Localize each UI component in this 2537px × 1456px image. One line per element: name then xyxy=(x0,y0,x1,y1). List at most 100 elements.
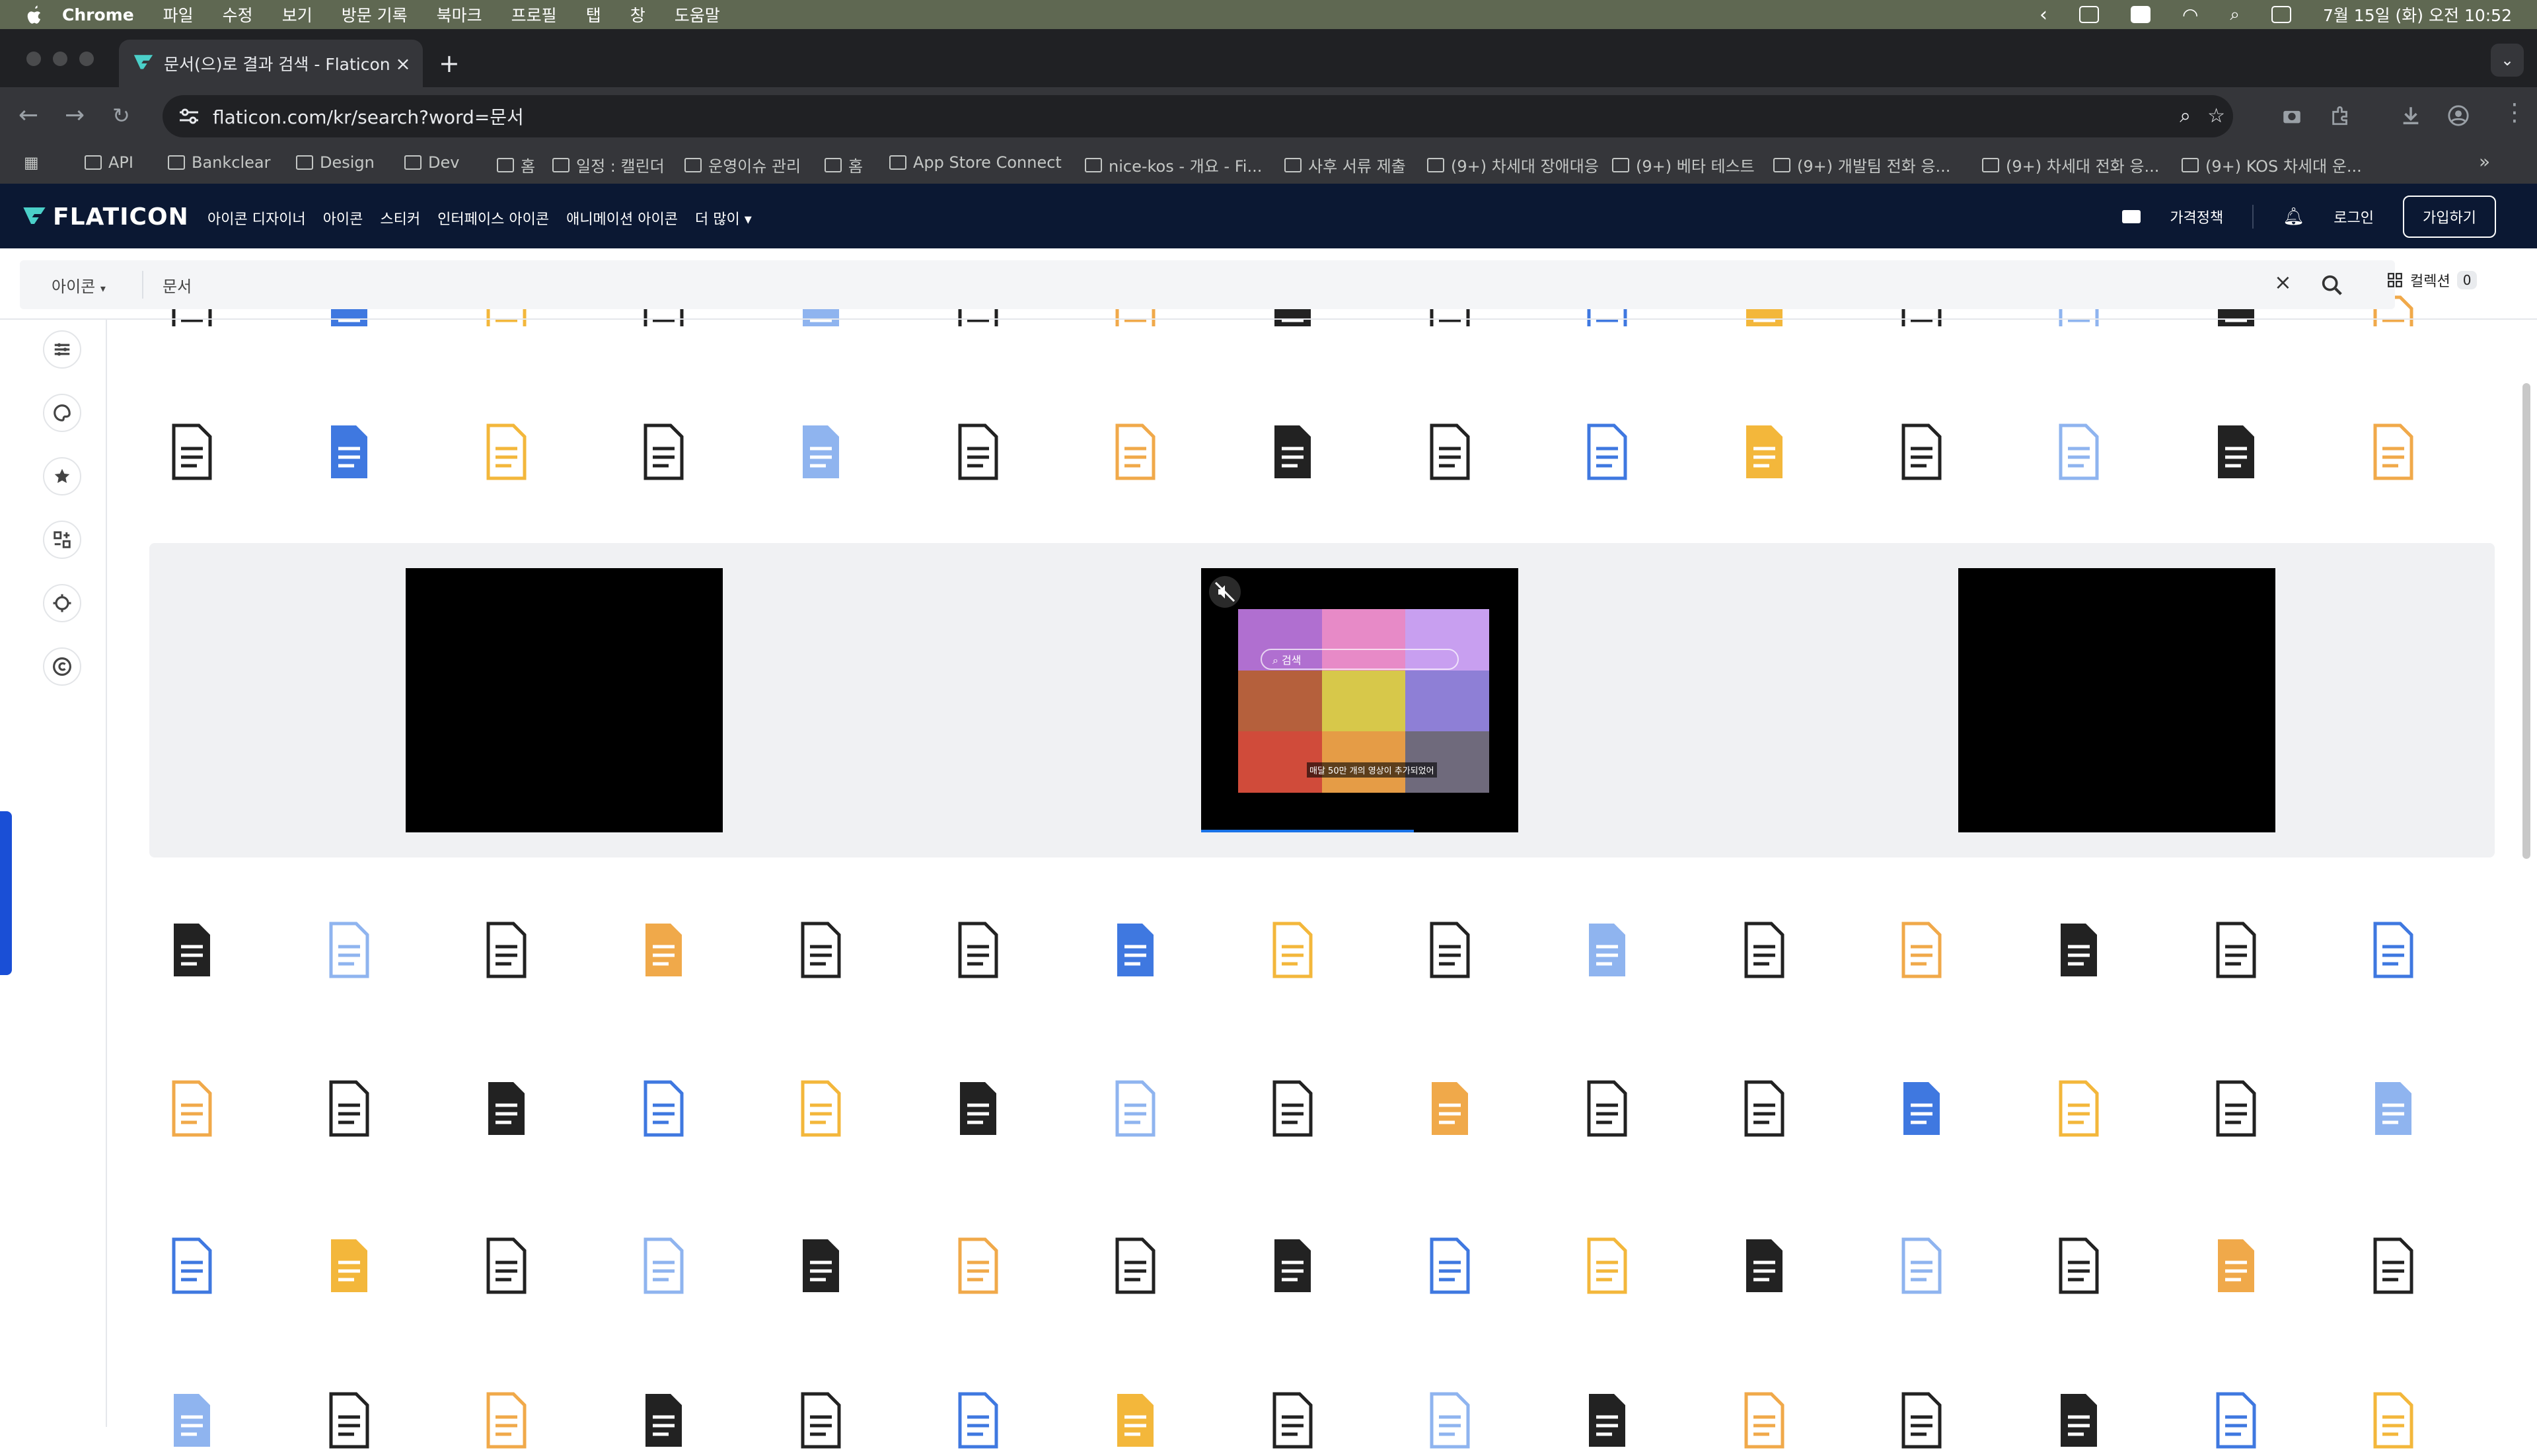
os-menu-item[interactable]: 방문 기록 xyxy=(342,3,408,26)
yellow-note-icon[interactable] xyxy=(2201,419,2267,485)
ad-placeholder-right[interactable] xyxy=(1958,568,2275,832)
expand-panel-tab[interactable] xyxy=(0,811,12,975)
apps-grid-icon[interactable]: ▦ xyxy=(24,153,39,172)
black-doc-icon[interactable] xyxy=(1730,1233,1796,1299)
stacked-documents-icon[interactable] xyxy=(2044,419,2110,485)
spotlight-search-icon[interactable]: ⌕ xyxy=(2230,5,2240,25)
document-icon[interactable] xyxy=(2044,1387,2110,1453)
signature-doc-icon[interactable] xyxy=(629,917,695,983)
bookmark-item[interactable]: 일정 : 캘린더 xyxy=(552,153,665,176)
blue-doc-icon[interactable] xyxy=(157,917,223,983)
yellow-folder-icon[interactable] xyxy=(157,1075,223,1142)
pricing-link[interactable]: 가격정책 xyxy=(2170,206,2223,227)
wifi-icon[interactable]: ◠ xyxy=(2182,4,2198,26)
receipt-icon[interactable] xyxy=(157,1387,223,1453)
os-menu-item[interactable]: 북마크 xyxy=(437,3,482,26)
doc-check-icon[interactable] xyxy=(943,419,1010,485)
page-scrollbar[interactable] xyxy=(2522,383,2530,859)
blue-google-doc-icon[interactable] xyxy=(1887,419,1953,485)
search-input[interactable]: 문서 xyxy=(163,273,192,297)
text-document-icon[interactable] xyxy=(1415,419,1481,485)
bookmark-item[interactable]: Design xyxy=(296,153,375,172)
orange-page-icon[interactable] xyxy=(629,1387,695,1453)
bookmark-item[interactable]: 운영이슈 관리 xyxy=(684,153,801,176)
black-folder-icon[interactable] xyxy=(1730,1075,1796,1142)
checklist-pen-icon[interactable] xyxy=(1101,419,1167,485)
address-bar[interactable]: flaticon.com/kr/search?word=문서 ⌕ ☆ xyxy=(163,95,2233,137)
approved-form-icon[interactable] xyxy=(1572,419,1638,485)
clock-text[interactable]: 7월 15일 (화) 오전 10:52 xyxy=(2323,3,2512,26)
clipboard-checklist-icon[interactable] xyxy=(2201,1387,2267,1453)
os-menu-item[interactable]: 도움말 xyxy=(675,3,720,26)
bookmark-item[interactable]: (9+) 개발팀 전화 응... xyxy=(1773,153,1950,176)
site-settings-icon[interactable] xyxy=(178,107,200,126)
doc-magnify-icon[interactable] xyxy=(1572,1233,1638,1299)
blank-page-icon[interactable] xyxy=(314,419,381,485)
video-progress-bar[interactable] xyxy=(1201,830,1414,832)
os-menu-item[interactable]: 탭 xyxy=(586,3,601,26)
collections-button[interactable]: 컬렉션 0 xyxy=(2386,270,2478,291)
clear-search-icon[interactable]: × xyxy=(2274,270,2292,295)
orange-clipboard-icon[interactable] xyxy=(629,419,695,485)
close-window-button[interactable] xyxy=(26,52,41,66)
inbox-tray-icon[interactable] xyxy=(1101,917,1167,983)
sharing-icon[interactable] xyxy=(2130,6,2151,23)
search-doc-icon[interactable] xyxy=(786,917,852,983)
search-icon[interactable] xyxy=(2319,272,2345,299)
check-document-2-icon[interactable] xyxy=(2359,419,2425,485)
apple-icon[interactable] xyxy=(25,4,44,25)
bookmark-item[interactable]: (9+) KOS 차세대 운... xyxy=(2182,153,2362,176)
nav-link[interactable]: 더 많이 ▾ xyxy=(695,207,752,229)
blue-files-icon[interactable] xyxy=(943,1075,1010,1142)
edit-page-icon[interactable] xyxy=(1887,1233,1953,1299)
clipboard-check-icon[interactable] xyxy=(1887,917,1953,983)
bookmark-item[interactable]: Bankclear xyxy=(168,153,270,172)
bookmark-item[interactable]: 홈 xyxy=(497,153,535,176)
doc-search-icon[interactable] xyxy=(472,1387,538,1453)
license-filter-button[interactable] xyxy=(43,647,81,686)
bookmark-item[interactable]: 사후 서류 제출 xyxy=(1284,153,1406,176)
light-blue-page-icon[interactable] xyxy=(2359,1387,2425,1453)
lined-document-icon[interactable] xyxy=(1258,419,1324,485)
os-menu-item[interactable]: 창 xyxy=(630,3,645,26)
open-folder-icon[interactable] xyxy=(472,1075,538,1142)
form-pen-icon[interactable] xyxy=(1415,1075,1481,1142)
signup-button[interactable]: 가입하기 xyxy=(2403,196,2496,238)
login-link[interactable]: 로그인 xyxy=(2334,206,2374,227)
bookmark-item[interactable]: (9+) 베타 테스트 xyxy=(1612,153,1755,176)
back-status-icon[interactable]: ‹ xyxy=(2040,3,2047,26)
ad-placeholder-left[interactable] xyxy=(406,568,723,832)
computer-edit-icon[interactable] xyxy=(1258,1075,1324,1142)
google-doc-icon[interactable] xyxy=(786,1233,852,1299)
camera-icon[interactable] xyxy=(2281,104,2303,127)
clipboard-list-icon[interactable] xyxy=(472,1233,538,1299)
active-tab[interactable]: 문서(으)로 결과 검색 - Flaticon × xyxy=(119,40,423,87)
animation-filter-button[interactable] xyxy=(43,584,81,622)
control-center-icon[interactable] xyxy=(2271,6,2291,23)
folder-yellow-icon[interactable] xyxy=(1415,1387,1481,1453)
new-tab-button[interactable]: + xyxy=(439,49,460,78)
doc-review-icon[interactable] xyxy=(314,1233,381,1299)
doc-outline-icon[interactable] xyxy=(1730,917,1796,983)
download-icon[interactable] xyxy=(2400,104,2422,127)
sign-form-icon[interactable] xyxy=(2201,1233,2267,1299)
chart-doc-icon[interactable] xyxy=(1572,1387,1638,1453)
copy-doc-icon[interactable] xyxy=(2201,1075,2267,1142)
nav-link[interactable]: 아이콘 xyxy=(323,207,363,229)
beige-files-icon[interactable] xyxy=(943,917,1010,983)
notification-bell-icon[interactable]: 🔔︎ xyxy=(2283,207,2304,227)
plain-doc-icon[interactable] xyxy=(1415,1233,1481,1299)
computer-doc-icon[interactable] xyxy=(1101,1075,1167,1142)
zoom-icon[interactable]: ⌕ xyxy=(2180,104,2191,127)
bookmark-star-icon[interactable]: ☆ xyxy=(2207,104,2225,127)
nav-link[interactable]: 아이콘 디자이너 xyxy=(207,207,306,229)
report-icon[interactable] xyxy=(1730,1387,1796,1453)
minimize-window-button[interactable] xyxy=(53,52,67,66)
flaticon-logo[interactable]: FLATICON xyxy=(20,203,189,231)
tab-search-chevron-icon[interactable]: ⌄ xyxy=(2491,44,2524,77)
ad-video[interactable]: ⌕ 검색 매달 50만 개의 영상이 추가되었어 xyxy=(1201,568,1518,832)
doc-zoom-icon[interactable] xyxy=(1572,1075,1638,1142)
profile-icon[interactable] xyxy=(2447,104,2470,127)
back-arrow-icon[interactable]: ← xyxy=(18,102,38,129)
edit-doc-black-icon[interactable] xyxy=(472,917,538,983)
